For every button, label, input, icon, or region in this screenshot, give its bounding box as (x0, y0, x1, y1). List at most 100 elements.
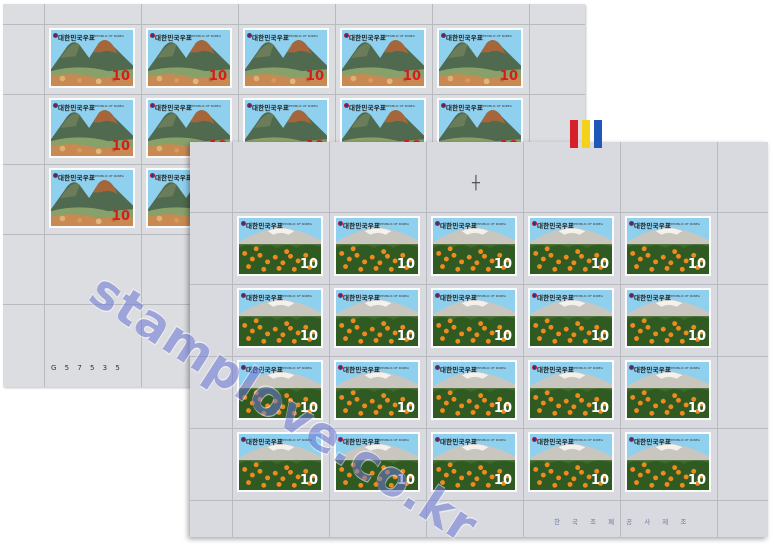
stamp-country-english: REPUBLIC OF KOREA (481, 33, 512, 38)
stamp-country-korean: 대한민국우표 (343, 222, 381, 230)
stamp-country-english: REPUBLIC OF KOREA (93, 173, 124, 178)
perforation-line (620, 142, 621, 537)
orange-orchard-stamp: 대한민국우표 REPUBLIC OF KOREA 10 (334, 216, 420, 276)
stamp-face-value: 10 (590, 473, 609, 488)
stamp-country-english: REPUBLIC OF KOREA (384, 33, 415, 38)
stamp-country-english: REPUBLIC OF KOREA (190, 103, 221, 108)
stamp-face-value: 10 (493, 257, 512, 272)
stamp-face-value: 10 (299, 473, 318, 488)
stamp-face-value: 10 (299, 329, 318, 344)
stamp-country-korean: 대한민국우표 (58, 34, 96, 42)
front-stamp-sheet: 대한민국우표 REPUBLIC OF KOREA 10 대한민국우표 REPUBLIC… (190, 120, 768, 537)
stamp-country-korean: 대한민국우표 (446, 104, 484, 112)
perforation-line (232, 142, 233, 537)
color-registration-bar (570, 120, 578, 148)
stamp-face-value: 10 (493, 473, 512, 488)
stamp-country-korean: 대한민국우표 (634, 294, 672, 302)
stamp-face-value: 10 (299, 257, 318, 272)
stamp-face-value: 10 (687, 401, 706, 416)
stamp-country-english: REPUBLIC OF KOREA (572, 293, 603, 298)
stamp-face-value: 10 (396, 401, 415, 416)
stamp-country-korean: 대한민국우표 (440, 294, 478, 302)
stamp-country-english: REPUBLIC OF KOREA (287, 33, 318, 38)
orange-orchard-stamp: 대한민국우표 REPUBLIC OF KOREA 10 (334, 288, 420, 348)
stamp-face-value: 10 (111, 139, 130, 154)
perforation-line (329, 142, 330, 537)
stamp-country-korean: 대한민국우표 (537, 222, 575, 230)
stamp-country-korean: 대한민국우표 (343, 294, 381, 302)
mountain-stamp: 대한민국우표REPUBLIC OF KOREA 10 (49, 98, 135, 158)
stamp-country-english: REPUBLIC OF KOREA (287, 103, 318, 108)
stamp-face-value: 10 (499, 69, 518, 84)
stamp-country-english: REPUBLIC OF KOREA (93, 103, 124, 108)
stamp-country-english: REPUBLIC OF KOREA (572, 437, 603, 442)
stamp-country-english: REPUBLIC OF KOREA (378, 365, 409, 370)
perforation-line (523, 142, 524, 537)
stamp-country-english: REPUBLIC OF KOREA (384, 103, 415, 108)
stamp-country-english: REPUBLIC OF KOREA (281, 293, 312, 298)
stamp-country-korean: 대한민국우표 (246, 222, 284, 230)
stamp-country-korean: 대한민국우표 (58, 104, 96, 112)
stamp-face-value: 10 (493, 401, 512, 416)
perforation-line (190, 212, 768, 213)
stamp-country-english: REPUBLIC OF KOREA (93, 33, 124, 38)
stamp-country-korean: 대한민국우표 (537, 438, 575, 446)
mountain-stamp: 대한민국우표REPUBLIC OF KOREA 10 (49, 28, 135, 88)
stamp-face-value: 10 (493, 329, 512, 344)
perforation-line (190, 356, 768, 357)
stamp-country-english: REPUBLIC OF KOREA (572, 365, 603, 370)
color-registration-bar (582, 120, 590, 148)
stamp-country-english: REPUBLIC OF KOREA (669, 437, 700, 442)
orange-orchard-stamp: 대한민국우표 REPUBLIC OF KOREA 10 (334, 360, 420, 420)
perforation-line (3, 94, 585, 95)
stamp-country-english: REPUBLIC OF KOREA (475, 365, 506, 370)
stamp-face-value: 10 (687, 329, 706, 344)
stamp-country-korean: 대한민국우표 (155, 104, 193, 112)
orange-orchard-stamp: 대한민국우표 REPUBLIC OF KOREA 10 (237, 216, 323, 276)
register-mark-icon: ┼ (472, 176, 480, 191)
perforation-line (44, 4, 45, 387)
stamp-country-english: REPUBLIC OF KOREA (475, 221, 506, 226)
stamp-face-value: 10 (111, 209, 130, 224)
stamp-country-english: REPUBLIC OF KOREA (190, 33, 221, 38)
mountain-stamp: 대한민국우표REPUBLIC OF KOREA 10 (243, 28, 329, 88)
stamp-country-english: REPUBLIC OF KOREA (378, 221, 409, 226)
perforation-line (190, 284, 768, 285)
orange-orchard-stamp: 대한민국우표 REPUBLIC OF KOREA 10 (431, 288, 517, 348)
stamp-country-english: REPUBLIC OF KOREA (281, 365, 312, 370)
stamp-country-korean: 대한민국우표 (343, 366, 381, 374)
stamp-face-value: 10 (305, 69, 324, 84)
mountain-stamp: 대한민국우표REPUBLIC OF KOREA 10 (146, 28, 232, 88)
stamp-country-korean: 대한민국우표 (252, 34, 290, 42)
mountain-stamp: 대한민국우표REPUBLIC OF KOREA 10 (437, 28, 523, 88)
mountain-stamp: 대한민국우표REPUBLIC OF KOREA 10 (49, 168, 135, 228)
stamp-country-korean: 대한민국우표 (349, 34, 387, 42)
stamp-face-value: 10 (396, 329, 415, 344)
perforation-line (190, 500, 768, 501)
stamp-country-korean: 대한민국우표 (155, 34, 193, 42)
stamp-country-korean: 대한민국우표 (440, 366, 478, 374)
orange-orchard-stamp: 대한민국우표 REPUBLIC OF KOREA 10 (625, 360, 711, 420)
stamp-country-english: REPUBLIC OF KOREA (572, 221, 603, 226)
orange-orchard-stamp: 대한민국우표 REPUBLIC OF KOREA 10 (625, 216, 711, 276)
color-registration-bar (594, 120, 602, 148)
stamp-country-korean: 대한민국우표 (349, 104, 387, 112)
stamp-country-korean: 대한민국우표 (58, 174, 96, 182)
stamp-country-english: REPUBLIC OF KOREA (481, 103, 512, 108)
stamp-face-value: 10 (402, 69, 421, 84)
stamp-country-english: REPUBLIC OF KOREA (669, 365, 700, 370)
stamp-country-korean: 대한민국우표 (155, 174, 193, 182)
orange-orchard-stamp: 대한민국우표 REPUBLIC OF KOREA 10 (431, 216, 517, 276)
orange-orchard-stamp: 대한민국우표 REPUBLIC OF KOREA 10 (625, 432, 711, 492)
printer-imprint: 한 국 조 폐 공 사 제 조 (554, 518, 692, 526)
stamp-face-value: 10 (687, 473, 706, 488)
perforation-line (717, 142, 718, 537)
stamp-face-value: 10 (687, 257, 706, 272)
stamp-face-value: 10 (208, 69, 227, 84)
orange-orchard-stamp: 대한민국우표 REPUBLIC OF KOREA 10 (528, 216, 614, 276)
stamp-country-english: REPUBLIC OF KOREA (669, 293, 700, 298)
stamp-face-value: 10 (111, 69, 130, 84)
orange-orchard-stamp: 대한민국우표 REPUBLIC OF KOREA 10 (528, 288, 614, 348)
stamp-country-korean: 대한민국우표 (634, 366, 672, 374)
stamp-country-english: REPUBLIC OF KOREA (378, 293, 409, 298)
